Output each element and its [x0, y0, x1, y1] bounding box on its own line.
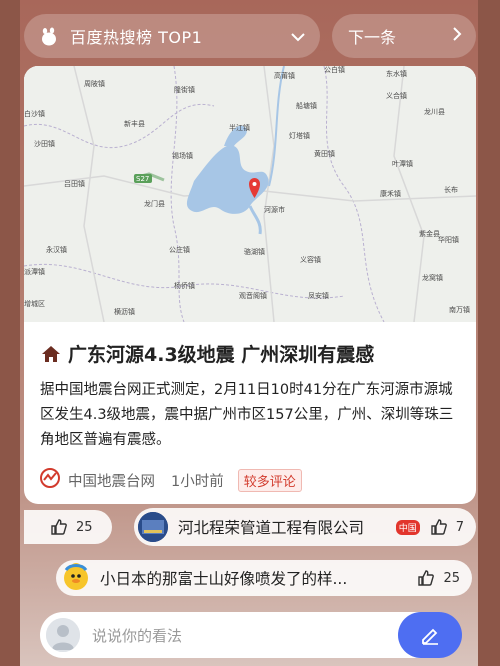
svg-text:观音阁镇: 观音阁镇	[239, 291, 267, 300]
svg-text:紫金县: 紫金县	[419, 229, 440, 238]
like-count: 25	[76, 519, 93, 535]
svg-text:长布: 长布	[444, 185, 458, 194]
duck-avatar-icon	[60, 560, 100, 596]
news-headline-row[interactable]: 广东河源4.3级地震 广州深圳有震感	[40, 340, 464, 367]
like-count: 7	[455, 519, 464, 535]
thumbs-up-icon	[418, 570, 435, 586]
svg-text:叶潭镇: 叶潭镇	[392, 159, 413, 168]
like-button[interactable]: 25	[50, 518, 93, 536]
svg-text:华阳镇: 华阳镇	[438, 235, 459, 244]
news-time: 1小时前	[171, 473, 224, 490]
pencil-icon	[422, 628, 438, 645]
svg-text:东水镇: 东水镇	[386, 69, 407, 78]
svg-text:横沥镇: 横沥镇	[114, 307, 135, 316]
svg-text:义合镇: 义合镇	[386, 91, 407, 100]
news-source[interactable]: 中国地震台网	[68, 470, 155, 491]
svg-text:龙门县: 龙门县	[144, 199, 165, 208]
news-meta: 中国地震台网 1小时前 较多评论	[40, 468, 302, 492]
left-edge	[0, 0, 20, 666]
svg-text:骆湖镇: 骆湖镇	[244, 247, 265, 256]
thumbs-up-icon	[51, 519, 67, 535]
svg-text:黄田镇: 黄田镇	[314, 149, 335, 158]
comment-bubble[interactable]: 25	[24, 510, 112, 544]
svg-text:S27: S27	[136, 175, 149, 183]
svg-text:锡场镇: 锡场镇	[172, 151, 193, 160]
chevron-down-icon	[290, 26, 306, 47]
svg-text:公庄镇: 公庄镇	[169, 245, 190, 254]
comment-input[interactable]: 说说你的看法	[40, 612, 460, 658]
svg-text:河源市: 河源市	[264, 205, 285, 214]
svg-text:凤安镇: 凤安镇	[308, 291, 329, 300]
svg-text:灯塔镇: 灯塔镇	[289, 131, 310, 140]
hot-search-title: 百度热搜榜 TOP1	[70, 28, 203, 47]
news-card[interactable]: S27 高莆镇 公白镇 东水镇 周陂镇 隆街镇 船塘镇 义合镇 龙川县 白沙镇 …	[24, 66, 476, 504]
svg-text:公白镇: 公白镇	[324, 66, 345, 74]
svg-text:高莆镇: 高莆镇	[274, 71, 295, 80]
svg-text:永汉镇: 永汉镇	[46, 245, 67, 254]
svg-text:南万镇: 南万镇	[449, 305, 470, 314]
right-edge	[478, 0, 500, 666]
next-item-label: 下一条	[348, 28, 397, 47]
compose-button[interactable]	[398, 612, 462, 658]
avatar	[138, 512, 168, 542]
comment-author: 河北程荣管道工程有限公司	[178, 519, 365, 537]
china-tag: 中国	[395, 519, 420, 535]
comment-bubble[interactable]: 小日本的那富士山好像喷发了的样... 25	[56, 560, 472, 596]
comment-badge: 较多评论	[237, 468, 302, 492]
comment-text: 小日本的那富士山好像喷发了的样...	[100, 570, 348, 588]
svg-text:新丰县: 新丰县	[124, 119, 145, 128]
user-avatar	[46, 618, 80, 652]
svg-text:杨侨镇: 杨侨镇	[174, 281, 195, 290]
chevron-right-icon	[452, 26, 462, 46]
like-count: 25	[443, 570, 460, 586]
comment-placeholder: 说说你的看法	[92, 626, 183, 645]
baidu-paw-icon	[38, 25, 60, 47]
svg-text:白沙镇: 白沙镇	[24, 109, 45, 118]
earthquake-map: S27 高莆镇 公白镇 东水镇 周陂镇 隆街镇 船塘镇 义合镇 龙川县 白沙镇 …	[24, 66, 476, 322]
news-body: 据中国地震台网正式测定，2月11日10时41分在广东河源市源城区发生4.3级地震…	[40, 382, 454, 448]
svg-text:龙川县: 龙川县	[424, 107, 445, 116]
hot-search-dropdown[interactable]: 百度热搜榜 TOP1	[24, 14, 320, 58]
home-icon	[40, 344, 62, 364]
svg-text:吕田镇: 吕田镇	[64, 179, 85, 188]
news-headline: 广东河源4.3级地震 广州深圳有震感	[68, 344, 375, 366]
svg-text:半江镇: 半江镇	[229, 123, 250, 132]
svg-text:派潭镇: 派潭镇	[24, 267, 45, 276]
svg-text:龙窝镇: 龙窝镇	[422, 273, 443, 282]
svg-text:义容镇: 义容镇	[300, 255, 321, 264]
like-button[interactable]: 7	[430, 518, 464, 536]
svg-text:隆街镇: 隆街镇	[174, 85, 195, 94]
comment-bubble[interactable]: 河北程荣管道工程有限公司 中国 7	[134, 508, 476, 546]
svg-text:船塘镇: 船塘镇	[296, 101, 317, 110]
news-source-logo-icon	[40, 468, 68, 492]
svg-text:康禾镇: 康禾镇	[380, 189, 401, 198]
like-button[interactable]: 25	[417, 569, 460, 587]
thumbs-up-icon	[431, 519, 447, 535]
svg-text:沙田镇: 沙田镇	[34, 139, 55, 148]
svg-text:周陂镇: 周陂镇	[84, 79, 105, 88]
next-item-button[interactable]: 下一条	[332, 14, 476, 58]
svg-text:增城区: 增城区	[24, 299, 45, 308]
